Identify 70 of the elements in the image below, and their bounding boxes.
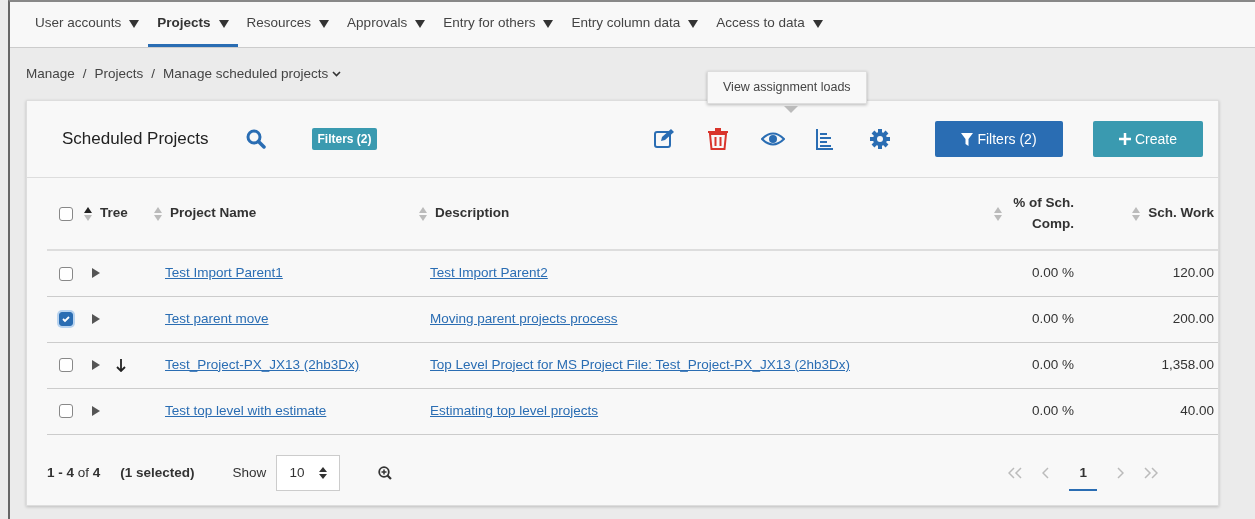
edit-button[interactable]: [653, 128, 677, 150]
page-size-select[interactable]: 10: [276, 454, 341, 491]
trash-button[interactable]: [707, 128, 731, 150]
nav-tab[interactable]: Access to data: [707, 3, 832, 47]
project-name-link[interactable]: Test Import Parent1: [165, 265, 283, 281]
percent-cell: 0.00 %: [1031, 265, 1074, 281]
description-link[interactable]: Moving parent projects process: [430, 310, 618, 326]
caret-icon: [415, 18, 426, 29]
record-range: 1 - 4 of 4: [47, 463, 101, 482]
column-header[interactable]: Description: [435, 203, 510, 224]
card-title: Scheduled Projects: [62, 128, 209, 151]
project-name-link[interactable]: Test_Project-PX_JX13 (2hb3Dx): [165, 356, 360, 372]
row-checkbox[interactable]: [59, 312, 73, 327]
row-checkbox[interactable]: [59, 404, 73, 419]
column-header[interactable]: % of Sch. Comp.: [1010, 193, 1074, 234]
filter-icon: [961, 132, 974, 146]
caret-icon: [129, 18, 140, 29]
tooltip: View assignment loads: [707, 71, 867, 104]
work-cell: 200.00: [1172, 310, 1214, 326]
percent-cell: 0.00 %: [1031, 310, 1074, 326]
expand-triangle-icon[interactable]: [92, 406, 100, 416]
column-header[interactable]: Tree: [100, 203, 128, 224]
percent-cell: 0.00 %: [1031, 356, 1074, 372]
work-cell: 40.00: [1180, 402, 1214, 418]
row-checkbox[interactable]: [59, 358, 73, 373]
zoom-in-icon[interactable]: [378, 465, 393, 480]
caret-icon: [218, 18, 229, 29]
description-link[interactable]: Top Level Project for MS Project File: Test_Project-PX_JX13 (2hb3Dx): [430, 356, 850, 372]
sort-caret-icon: [319, 466, 328, 479]
settings-icon: [869, 128, 893, 150]
show-label: Show: [232, 463, 267, 482]
expand-triangle-icon[interactable]: [92, 314, 100, 324]
description-link[interactable]: Test Import Parent2: [430, 265, 548, 281]
work-cell: 120.00: [1172, 265, 1214, 281]
percent-cell: 0.00 %: [1031, 402, 1074, 418]
expand-triangle-icon[interactable]: [92, 268, 100, 279]
caret-icon: [319, 18, 330, 29]
settings-button[interactable]: [869, 128, 893, 150]
breadcrumb-separator: /: [82, 64, 87, 83]
tooltip-pointer: [784, 106, 798, 113]
column-header[interactable]: Project Name: [170, 203, 257, 224]
caret-icon: [543, 18, 554, 29]
description-link[interactable]: Estimating top level projects: [430, 402, 599, 418]
selection-count: (1 selected): [120, 463, 195, 482]
search-icon[interactable]: [246, 129, 267, 149]
filters-button[interactable]: Filters (2): [935, 121, 1063, 157]
work-cell: 1,358.00: [1161, 356, 1214, 372]
nav-tab[interactable]: Approvals: [338, 3, 435, 47]
current-page[interactable]: 1: [1069, 462, 1097, 491]
plus-icon: [1119, 133, 1131, 145]
column-header[interactable]: Sch. Work: [1148, 203, 1214, 224]
nav-tab[interactable]: User accounts: [26, 3, 149, 47]
nav-tab[interactable]: Projects: [148, 3, 238, 47]
project-name-link[interactable]: Test top level with estimate: [165, 402, 327, 418]
row-checkbox[interactable]: [59, 266, 73, 281]
breadcrumb-separator: /: [151, 64, 156, 83]
breadcrumb-dropdown[interactable]: Manage scheduled projects: [163, 63, 342, 85]
breadcrumb-link[interactable]: Manage: [26, 63, 75, 85]
nav-tab[interactable]: Entry for others: [434, 3, 563, 47]
breadcrumb-link[interactable]: Projects: [94, 63, 144, 85]
nav-tab[interactable]: Resources: [237, 3, 339, 47]
project-name-link[interactable]: Test parent move: [165, 310, 269, 326]
caret-icon: [812, 18, 823, 29]
caret-icon: [688, 18, 699, 29]
chevron-down-icon: [332, 71, 342, 77]
nav-tab[interactable]: Entry column data: [562, 3, 708, 47]
edit-icon: [653, 128, 677, 150]
select-all-checkbox[interactable]: [59, 206, 73, 221]
expand-triangle-icon[interactable]: [92, 360, 100, 370]
trash-icon: [707, 128, 731, 150]
